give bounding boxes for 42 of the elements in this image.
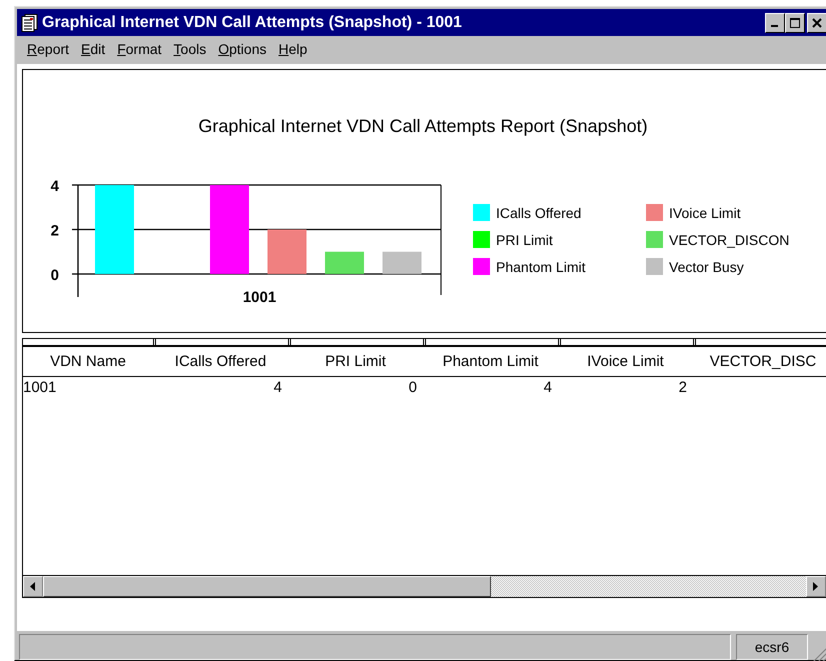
menu-item[interactable]: Help	[272, 39, 314, 59]
menu-item[interactable]: Format	[111, 39, 168, 59]
document-icon	[21, 14, 38, 32]
column-header[interactable]: Phantom Limit	[423, 353, 558, 370]
left-arrow-icon	[30, 582, 36, 591]
scrollbar-thumb[interactable]	[43, 576, 491, 597]
column-header[interactable]: ICalls Offered	[153, 353, 288, 370]
menu-item[interactable]: Options	[212, 39, 272, 59]
legend-label: PRI Limit	[496, 232, 553, 248]
right-arrow-icon	[813, 582, 819, 591]
menu-item[interactable]: Report	[21, 39, 76, 59]
minimize-icon	[770, 25, 778, 27]
axis-tick-label: 0	[50, 267, 59, 284]
menu-item[interactable]: Edit	[75, 39, 112, 59]
column-header[interactable]: VDN Name	[23, 353, 153, 370]
maximize-icon	[790, 18, 800, 28]
scroll-right-button[interactable]	[806, 576, 826, 597]
category-label: 1001	[242, 289, 276, 306]
legend-label: VECTOR_DISCON	[669, 232, 790, 248]
chart-title: Graphical Internet VDN Call Attempts Report (Snapshot)	[198, 116, 648, 136]
window-title: Graphical Internet VDN Call Attempts (Snapshot) - 1001	[42, 14, 463, 32]
legend-label: ICalls Offered	[496, 205, 582, 221]
table-cell-text: 1001	[23, 378, 58, 396]
axis-tick-label: 4	[50, 178, 59, 195]
table-cell-text: 4	[542, 378, 553, 396]
close-icon	[812, 18, 822, 28]
column-header[interactable]: IVoice Limit	[558, 353, 693, 370]
table-cell-text: 4	[272, 378, 283, 396]
table-cell-text: 2	[678, 378, 688, 396]
maximize-button[interactable]	[785, 12, 805, 32]
legend-label: Vector Busy	[669, 259, 744, 275]
menu-item[interactable]: Tools	[168, 39, 212, 59]
table-cell-text: 0	[408, 378, 418, 396]
column-header[interactable]: VECTOR_DISC	[693, 353, 826, 370]
axis-tick-label: 2	[50, 222, 59, 240]
legend-label: Phantom Limit	[496, 259, 586, 275]
scroll-left-button[interactable]	[23, 576, 43, 597]
column-header[interactable]: PRI Limit	[288, 353, 423, 370]
legend-label: IVoice Limit	[669, 205, 741, 221]
minimize-button[interactable]	[765, 12, 785, 32]
server-name: ecsr6	[736, 634, 808, 660]
close-button[interactable]	[807, 12, 826, 32]
